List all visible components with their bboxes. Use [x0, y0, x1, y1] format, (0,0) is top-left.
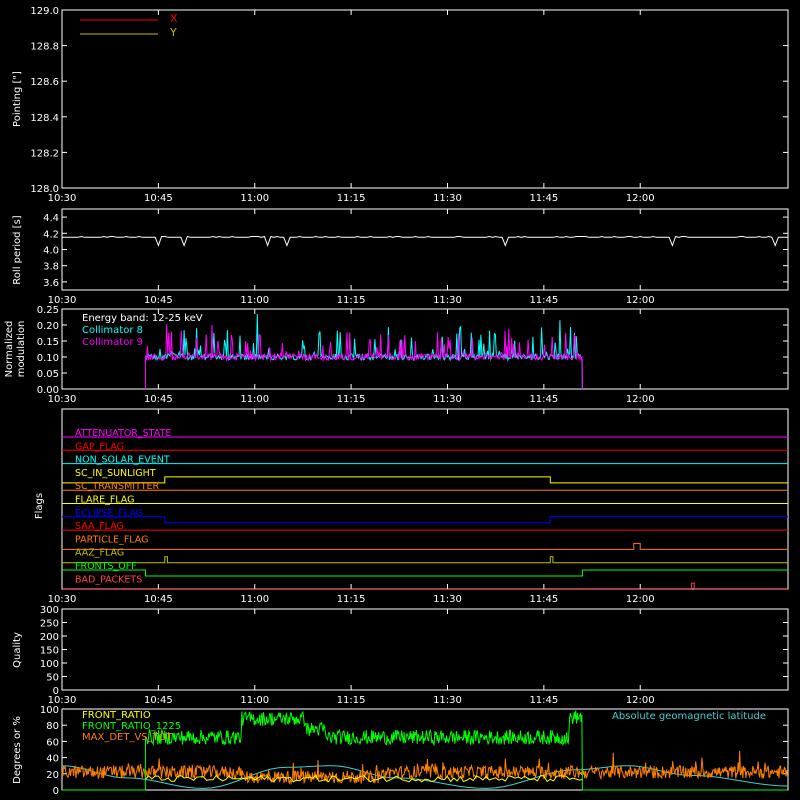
- pointing-y-tick-label: 129.0: [30, 6, 59, 17]
- modulation-y-tick-label: 0.25: [37, 305, 59, 316]
- modulation-x-tick-label: 11:15: [337, 394, 366, 405]
- roll-y-tick-label: 4.2: [43, 229, 59, 240]
- flags-x-tick-label: 11:00: [240, 594, 269, 605]
- ratios-y-tick-label: 40: [46, 754, 59, 765]
- modulation-y-tick-label: 0.05: [37, 369, 59, 380]
- roll-x-tick-label: 12:00: [626, 295, 655, 306]
- modulation-x-tick-label: 10:30: [48, 394, 77, 405]
- quality-x-tick-label: 11:15: [337, 695, 366, 706]
- pointing-x-tick-label: 11:30: [433, 193, 462, 204]
- energy-band-label: Energy band: 12-25 keV: [82, 313, 203, 324]
- legend-collimator-8: Collimator 8: [82, 325, 143, 336]
- roll-y-tick-label: 4.4: [43, 213, 59, 224]
- quicklook-plot-stack: 128.0128.2128.4128.6128.8129.0 10:30 10:4…: [0, 0, 800, 800]
- ratios-y-tick-label: 80: [46, 721, 59, 732]
- flags-x-tick-label: 11:45: [529, 594, 558, 605]
- pointing-x-tick-label: 10:45: [144, 193, 173, 204]
- roll-y-tick-label: 3.8: [43, 262, 59, 273]
- flags-x-tick-label: 10:30: [48, 594, 77, 605]
- modulation-y-label-2: modulation: [16, 321, 27, 378]
- modulation-y-tick-label: 0.15: [37, 337, 59, 348]
- roll-y-tick-label: 3.6: [43, 278, 59, 289]
- pointing-x-tick-label: 12:00: [626, 193, 655, 204]
- modulation-y-tick-label: 0.10: [37, 353, 59, 364]
- pointing-y-tick-label: 128.8: [30, 42, 59, 53]
- legend-y-label: Y: [169, 26, 177, 39]
- quality-y-tick-label: 50: [46, 673, 59, 684]
- modulation-x-tick-label: 11:00: [240, 394, 269, 405]
- legend-max-det-vs-tot: MAX_DET_VS_TOT: [82, 732, 174, 743]
- roll-y-tick-label: 4.0: [43, 246, 59, 257]
- quality-x-tick-label: 10:45: [144, 695, 173, 706]
- quality-x-tick-label: 11:45: [529, 695, 558, 706]
- quality-y-tick-label: 100: [40, 659, 59, 670]
- ratios-y-tick-label: 60: [46, 737, 59, 748]
- flag-label-particle-flag: PARTICLE_FLAG: [75, 534, 148, 545]
- flags-x-tick-label: 12:00: [626, 594, 655, 605]
- pointing-x-tick-label: 10:30: [48, 193, 77, 204]
- modulation-x-tick-label: 11:30: [433, 394, 462, 405]
- quality-y-tick-label: 250: [40, 619, 59, 630]
- pointing-y-tick-label: 128.6: [30, 77, 59, 88]
- pointing-x-tick-label: 11:45: [529, 193, 558, 204]
- modulation-y-label-1: Normalized: [4, 321, 15, 378]
- legend-x-label: X: [170, 12, 178, 25]
- flags-x-tick-label: 11:15: [337, 594, 366, 605]
- flags-y-label: Flags: [34, 493, 45, 519]
- flags-x-tick-label: 11:30: [433, 594, 462, 605]
- roll-x-tick-label: 11:30: [433, 295, 462, 306]
- modulation-x-tick-label: 10:45: [144, 394, 173, 405]
- pointing-y-tick-label: 128.2: [30, 148, 59, 159]
- quality-x-tick-label: 11:00: [240, 695, 269, 706]
- pointing-x-tick-label: 11:00: [240, 193, 269, 204]
- flag-label-sc-in-sunlight: SC_IN_SUNLIGHT: [75, 468, 156, 479]
- quality-y-tick-label: 150: [40, 646, 59, 657]
- legend-geomagnetic-latitude: Absolute geomagnetic latitude: [612, 711, 766, 722]
- ratios-y-label: Degrees or %: [12, 716, 23, 784]
- flags-x-tick-label: 10:45: [144, 594, 173, 605]
- roll-x-tick-label: 11:45: [529, 295, 558, 306]
- legend-front-ratio-1225: FRONT_RATIO_1225: [82, 721, 181, 732]
- ratios-y-tick-label: 20: [46, 770, 59, 781]
- flag-label-bad-packets: BAD_PACKETS: [75, 574, 142, 585]
- pointing-y-label: Pointing ["]: [12, 71, 23, 127]
- quality-y-tick-label: 300: [40, 605, 59, 616]
- modulation-x-tick-label: 12:00: [626, 394, 655, 405]
- roll-x-tick-label: 11:00: [240, 295, 269, 306]
- ratios-y-tick-label: 100: [40, 705, 59, 716]
- legend-front-ratio: FRONT_RATIO: [82, 710, 151, 721]
- roll-y-label: Roll period [s]: [12, 215, 23, 284]
- background: [0, 0, 800, 800]
- quality-y-tick-label: 200: [40, 632, 59, 643]
- pointing-x-tick-label: 11:15: [337, 193, 366, 204]
- quality-x-tick-label: 12:00: [626, 695, 655, 706]
- modulation-x-tick-label: 11:45: [529, 394, 558, 405]
- legend-collimator-9: Collimator 9: [82, 337, 143, 348]
- modulation-y-tick-label: 0.20: [37, 321, 59, 332]
- quality-y-label: Quality: [12, 632, 23, 668]
- roll-x-tick-label: 11:15: [337, 295, 366, 306]
- roll-x-tick-label: 10:45: [144, 295, 173, 306]
- pointing-y-tick-label: 128.4: [30, 113, 59, 124]
- flag-label-aaz-flag: AAZ_FLAG: [75, 548, 124, 559]
- ratios-y-tick-label: 0: [53, 786, 59, 797]
- quality-x-tick-label: 11:30: [433, 695, 462, 706]
